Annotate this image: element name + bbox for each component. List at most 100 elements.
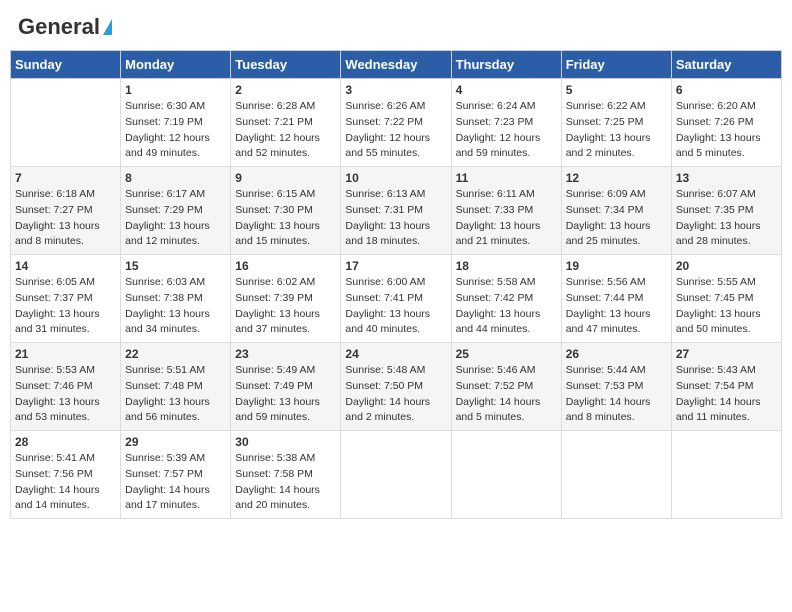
day-info: Sunrise: 6:15 AMSunset: 7:30 PMDaylight:… [235, 187, 336, 250]
day-info: Sunrise: 5:41 AMSunset: 7:56 PMDaylight:… [15, 451, 116, 514]
weekday-header-sunday: Sunday [11, 51, 121, 79]
day-number: 9 [235, 171, 336, 185]
calendar-week-row: 7 Sunrise: 6:18 AMSunset: 7:27 PMDaylight… [11, 167, 782, 255]
calendar-cell: 12Sunrise: 6:09 AMSunset: 7:34 PMDayligh… [561, 167, 671, 255]
logo-triangle-icon [103, 19, 112, 35]
day-info: Sunrise: 6:20 AMSunset: 7:26 PMDaylight:… [676, 99, 777, 162]
day-number: 17 [345, 259, 446, 273]
day-number: 25 [456, 347, 557, 361]
day-info: Sunrise: 6:30 AMSunset: 7:19 PMDaylight:… [125, 99, 226, 162]
day-info: Sunrise: 6:11 AMSunset: 7:33 PMDaylight:… [456, 187, 557, 250]
calendar-cell: 11 Sunrise: 6:11 AMSunset: 7:33 PMDayligh… [451, 167, 561, 255]
day-info: Sunrise: 5:56 AMSunset: 7:44 PMDaylight:… [566, 275, 667, 338]
calendar-cell [671, 431, 781, 519]
calendar-cell [451, 431, 561, 519]
day-number: 1 [125, 83, 226, 97]
day-number: 2 [235, 83, 336, 97]
day-info: Sunrise: 6:03 AMSunset: 7:38 PMDaylight:… [125, 275, 226, 338]
day-info: Sunrise: 6:22 AMSunset: 7:25 PMDaylight:… [566, 99, 667, 162]
day-info: Sunrise: 6:26 AMSunset: 7:22 PMDaylight:… [345, 99, 446, 162]
day-number: 20 [676, 259, 777, 273]
day-number: 26 [566, 347, 667, 361]
day-info: Sunrise: 5:48 AMSunset: 7:50 PMDaylight:… [345, 363, 446, 426]
calendar-cell: 3 Sunrise: 6:26 AMSunset: 7:22 PMDaylight… [341, 79, 451, 167]
calendar-cell: 20 Sunrise: 5:55 AMSunset: 7:45 PMDayligh… [671, 255, 781, 343]
day-number: 29 [125, 435, 226, 449]
day-number: 18 [456, 259, 557, 273]
day-info: Sunrise: 5:49 AMSunset: 7:49 PMDaylight:… [235, 363, 336, 426]
day-info: Sunrise: 5:44 AMSunset: 7:53 PMDaylight:… [566, 363, 667, 426]
calendar-cell: 16Sunrise: 6:02 AMSunset: 7:39 PMDayligh… [231, 255, 341, 343]
calendar-cell: 14Sunrise: 6:05 AMSunset: 7:37 PMDayligh… [11, 255, 121, 343]
calendar-cell: 26 Sunrise: 5:44 AMSunset: 7:53 PMDayligh… [561, 343, 671, 431]
calendar-cell [341, 431, 451, 519]
calendar-cell: 6 Sunrise: 6:20 AMSunset: 7:26 PMDaylight… [671, 79, 781, 167]
calendar-cell: 19 Sunrise: 5:56 AMSunset: 7:44 PMDayligh… [561, 255, 671, 343]
calendar-cell: 30 Sunrise: 5:38 AMSunset: 7:58 PMDayligh… [231, 431, 341, 519]
weekday-header-friday: Friday [561, 51, 671, 79]
day-number: 10 [345, 171, 446, 185]
calendar-cell: 27Sunrise: 5:43 AMSunset: 7:54 PMDayligh… [671, 343, 781, 431]
calendar-cell: 8Sunrise: 6:17 AMSunset: 7:29 PMDaylight… [121, 167, 231, 255]
day-number: 11 [456, 171, 557, 185]
day-info: Sunrise: 5:53 AMSunset: 7:46 PMDaylight:… [15, 363, 116, 426]
calendar-cell: 4Sunrise: 6:24 AMSunset: 7:23 PMDaylight… [451, 79, 561, 167]
day-number: 30 [235, 435, 336, 449]
day-number: 22 [125, 347, 226, 361]
day-info: Sunrise: 6:18 AMSunset: 7:27 PMDaylight:… [15, 187, 116, 250]
calendar-cell: 2 Sunrise: 6:28 AMSunset: 7:21 PMDaylight… [231, 79, 341, 167]
day-info: Sunrise: 6:28 AMSunset: 7:21 PMDaylight:… [235, 99, 336, 162]
calendar-cell: 24 Sunrise: 5:48 AMSunset: 7:50 PMDayligh… [341, 343, 451, 431]
day-info: Sunrise: 6:13 AMSunset: 7:31 PMDaylight:… [345, 187, 446, 250]
logo-general: General [18, 14, 100, 40]
day-number: 15 [125, 259, 226, 273]
day-info: Sunrise: 6:17 AMSunset: 7:29 PMDaylight:… [125, 187, 226, 250]
day-number: 5 [566, 83, 667, 97]
day-info: Sunrise: 6:07 AMSunset: 7:35 PMDaylight:… [676, 187, 777, 250]
calendar-table: SundayMondayTuesdayWednesdayThursdayFrid… [10, 50, 782, 519]
calendar-cell: 23Sunrise: 5:49 AMSunset: 7:49 PMDayligh… [231, 343, 341, 431]
day-number: 19 [566, 259, 667, 273]
calendar-cell: 29 Sunrise: 5:39 AMSunset: 7:57 PMDayligh… [121, 431, 231, 519]
day-info: Sunrise: 5:39 AMSunset: 7:57 PMDaylight:… [125, 451, 226, 514]
day-number: 27 [676, 347, 777, 361]
calendar-cell: 21 Sunrise: 5:53 AMSunset: 7:46 PMDayligh… [11, 343, 121, 431]
calendar-cell: 7 Sunrise: 6:18 AMSunset: 7:27 PMDaylight… [11, 167, 121, 255]
calendar-cell: 25 Sunrise: 5:46 AMSunset: 7:52 PMDayligh… [451, 343, 561, 431]
day-number: 7 [15, 171, 116, 185]
calendar-cell [561, 431, 671, 519]
calendar-week-row: 21 Sunrise: 5:53 AMSunset: 7:46 PMDayligh… [11, 343, 782, 431]
calendar-cell: 22Sunrise: 5:51 AMSunset: 7:48 PMDayligh… [121, 343, 231, 431]
day-info: Sunrise: 5:55 AMSunset: 7:45 PMDaylight:… [676, 275, 777, 338]
calendar-header-row: SundayMondayTuesdayWednesdayThursdayFrid… [11, 51, 782, 79]
calendar-week-row: 14Sunrise: 6:05 AMSunset: 7:37 PMDayligh… [11, 255, 782, 343]
calendar-cell: 17 Sunrise: 6:00 AMSunset: 7:41 PMDayligh… [341, 255, 451, 343]
day-info: Sunrise: 5:38 AMSunset: 7:58 PMDaylight:… [235, 451, 336, 514]
calendar-cell: 5 Sunrise: 6:22 AMSunset: 7:25 PMDaylight… [561, 79, 671, 167]
day-info: Sunrise: 6:05 AMSunset: 7:37 PMDaylight:… [15, 275, 116, 338]
day-info: Sunrise: 6:02 AMSunset: 7:39 PMDaylight:… [235, 275, 336, 338]
weekday-header-tuesday: Tuesday [231, 51, 341, 79]
calendar-week-row: 1 Sunrise: 6:30 AMSunset: 7:19 PMDaylight… [11, 79, 782, 167]
weekday-header-saturday: Saturday [671, 51, 781, 79]
day-number: 6 [676, 83, 777, 97]
day-number: 24 [345, 347, 446, 361]
day-number: 28 [15, 435, 116, 449]
calendar-cell: 10 Sunrise: 6:13 AMSunset: 7:31 PMDayligh… [341, 167, 451, 255]
day-info: Sunrise: 5:46 AMSunset: 7:52 PMDaylight:… [456, 363, 557, 426]
calendar-cell: 15 Sunrise: 6:03 AMSunset: 7:38 PMDayligh… [121, 255, 231, 343]
calendar-week-row: 28 Sunrise: 5:41 AMSunset: 7:56 PMDayligh… [11, 431, 782, 519]
weekday-header-monday: Monday [121, 51, 231, 79]
weekday-header-thursday: Thursday [451, 51, 561, 79]
weekday-header-wednesday: Wednesday [341, 51, 451, 79]
calendar-cell: 9 Sunrise: 6:15 AMSunset: 7:30 PMDaylight… [231, 167, 341, 255]
logo: General [18, 14, 112, 40]
day-number: 21 [15, 347, 116, 361]
calendar-cell: 1 Sunrise: 6:30 AMSunset: 7:19 PMDaylight… [121, 79, 231, 167]
calendar-cell [11, 79, 121, 167]
day-info: Sunrise: 5:58 AMSunset: 7:42 PMDaylight:… [456, 275, 557, 338]
day-info: Sunrise: 6:24 AMSunset: 7:23 PMDaylight:… [456, 99, 557, 162]
day-info: Sunrise: 6:00 AMSunset: 7:41 PMDaylight:… [345, 275, 446, 338]
page-header: General [10, 10, 782, 44]
day-number: 3 [345, 83, 446, 97]
